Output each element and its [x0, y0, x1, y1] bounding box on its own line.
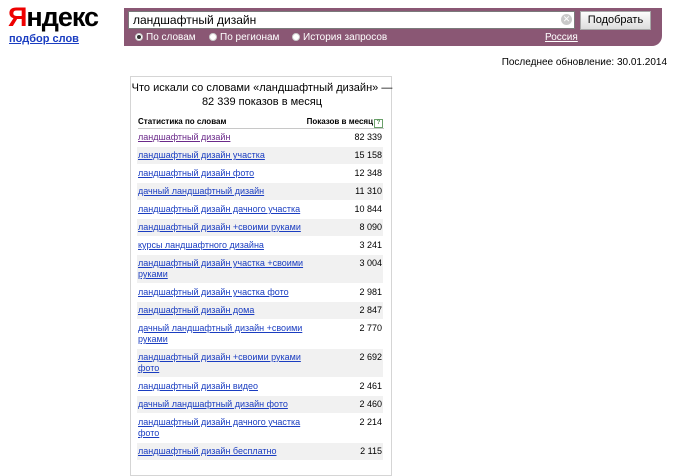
- radio-label: По регионам: [220, 32, 280, 43]
- keyword-link[interactable]: дачный ландшафтный дизайн: [137, 183, 310, 200]
- impressions-count: 15 158: [354, 150, 382, 160]
- logo-rest: ндекс: [26, 2, 99, 32]
- table-row: ландшафтный дизайн фото 12 348: [137, 165, 383, 183]
- column-header-shows: Показов в месяц?: [307, 117, 383, 128]
- radio-dot: [292, 33, 300, 41]
- column-header-shows-label: Показов в месяц: [306, 117, 373, 126]
- impressions-count: 2 461: [359, 381, 382, 391]
- keyword-link[interactable]: ландшафтный дизайн участка фото: [137, 284, 310, 301]
- keyword-link[interactable]: ландшафтный дизайн: [137, 129, 310, 146]
- table-row: дачный ландшафтный дизайн +своими руками…: [137, 320, 383, 349]
- impressions-count: 12 348: [354, 168, 382, 178]
- table-row: ландшафтный дизайн +своими руками 8 090: [137, 219, 383, 237]
- table-row: дачный ландшафтный дизайн фото 2 460: [137, 396, 383, 414]
- radio-by-regions[interactable]: По регионам: [209, 32, 279, 43]
- keyword-link[interactable]: ландшафтный дизайн участка: [137, 147, 310, 164]
- radio-dot: [135, 33, 143, 41]
- impressions-count: 2 770: [359, 323, 382, 333]
- impressions-count: 3 241: [359, 240, 382, 250]
- search-input[interactable]: [128, 11, 575, 29]
- wordstat-link[interactable]: подбор слов: [9, 33, 79, 45]
- table-row: ландшафтный дизайн 82 339: [137, 129, 383, 147]
- close-icon[interactable]: ✕: [561, 14, 572, 25]
- impressions-count: 8 090: [359, 222, 382, 232]
- keyword-link[interactable]: ландшафтный дизайн видео: [137, 378, 310, 395]
- keyword-link[interactable]: ландшафтный дизайн дома: [137, 302, 310, 319]
- impressions-count: 3 004: [359, 258, 382, 268]
- radio-label: По словам: [146, 32, 196, 43]
- last-update-text: Последнее обновление: 30.01.2014: [501, 57, 667, 68]
- radio-by-words[interactable]: По словам: [135, 32, 196, 43]
- impressions-count: 11 310: [355, 186, 382, 196]
- keyword-link[interactable]: ландшафтный дизайн бесплатно: [137, 443, 310, 460]
- impressions-count: 2 460: [359, 399, 382, 409]
- impressions-count: 2 115: [360, 446, 382, 456]
- radio-dot: [209, 33, 217, 41]
- keyword-link[interactable]: курсы ландшафтного дизайна: [137, 237, 310, 254]
- table-row: ландшафтный дизайн участка 15 158: [137, 147, 383, 165]
- table-row: ландшафтный дизайн +своими руками фото 2 …: [137, 349, 383, 378]
- table-row: дачный ландшафтный дизайн 11 310: [137, 183, 383, 201]
- impressions-count: 2 847: [359, 305, 382, 315]
- keyword-link[interactable]: ландшафтный дизайн +своими руками: [137, 219, 310, 236]
- help-icon[interactable]: ?: [374, 119, 383, 128]
- impressions-count: 2 692: [359, 352, 382, 362]
- keyword-link[interactable]: ландшафтный дизайн дачного участка фото: [137, 414, 310, 442]
- table-row: ландшафтный дизайн видео 2 461: [137, 378, 383, 396]
- submit-button[interactable]: Подобрать: [580, 11, 651, 30]
- logo-first-letter: Я: [8, 2, 27, 32]
- table-row: курсы ландшафтного дизайна 3 241: [137, 237, 383, 255]
- keyword-link[interactable]: ландшафтный дизайн участка +своими рукам…: [137, 255, 310, 283]
- column-header-words: Статистика по словам: [138, 117, 227, 126]
- keyword-link[interactable]: ландшафтный дизайн фото: [137, 165, 310, 182]
- impressions-count: 2 214: [359, 417, 382, 427]
- region-link[interactable]: Россия: [545, 32, 578, 43]
- table-row: ландшафтный дизайн дома 2 847: [137, 302, 383, 320]
- impressions-count: 2 981: [359, 287, 382, 297]
- radio-history[interactable]: История запросов: [292, 32, 387, 43]
- keyword-link[interactable]: ландшафтный дизайн +своими руками фото: [137, 349, 310, 377]
- keyword-link[interactable]: дачный ландшафтный дизайн +своими руками: [137, 320, 310, 348]
- stats-panel: Что искали со словами «ландшафтный дизай…: [130, 76, 392, 476]
- table-row: ландшафтный дизайн дачного участка 10 844: [137, 201, 383, 219]
- impressions-count: 82 339: [354, 132, 382, 142]
- keyword-link[interactable]: ландшафтный дизайн дачного участка: [137, 201, 310, 218]
- yandex-logo[interactable]: Яндекс: [8, 2, 99, 32]
- keyword-link[interactable]: дачный ландшафтный дизайн фото: [137, 396, 310, 413]
- table-row: ландшафтный дизайн участка фото 2 981: [137, 284, 383, 302]
- panel-title: Что искали со словами «ландшафтный дизай…: [131, 82, 393, 108]
- table-row: ландшафтный дизайн участка +своими рукам…: [137, 255, 383, 284]
- stats-table: ландшафтный дизайн 82 339 ландшафтный диза…: [137, 129, 383, 461]
- table-row: ландшафтный дизайн бесплатно 2 115: [137, 443, 383, 461]
- radio-label: История запросов: [303, 32, 388, 43]
- table-row: ландшафтный дизайн дачного участка фото 2…: [137, 414, 383, 443]
- impressions-count: 10 844: [354, 204, 382, 214]
